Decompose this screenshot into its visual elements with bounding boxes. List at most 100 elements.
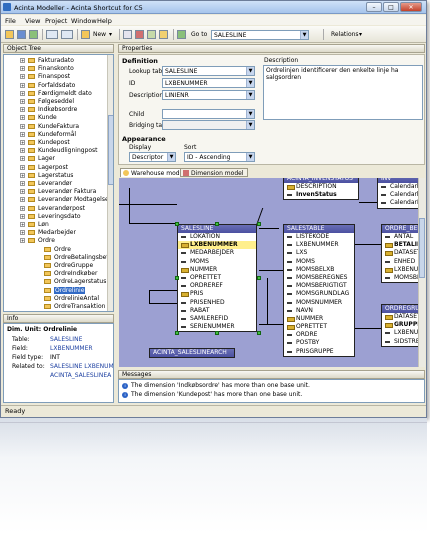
table-field[interactable]: InvenStatus [284, 191, 358, 199]
tree-item[interactable]: + Leverandør Faktura [20, 188, 96, 195]
table-header[interactable]: SALESTABLE [284, 225, 354, 233]
desc-combo[interactable]: LINIENR ▼ [162, 90, 255, 100]
tree-item[interactable]: + Finanskonto [20, 65, 74, 72]
tab-dimension-model[interactable]: Dimension model [180, 168, 249, 177]
model-table[interactable]: ACINTA_SALESLINEARCH [149, 348, 235, 358]
chevron-down-icon[interactable]: ▼ [246, 79, 254, 87]
expand-icon[interactable]: + [20, 156, 25, 162]
tree-sub-item[interactable]: OrdreGruppe [44, 262, 93, 269]
table-field[interactable]: RABAT [178, 307, 256, 315]
maximize-button[interactable]: □ [383, 2, 399, 12]
close-button[interactable]: ✕ [400, 2, 422, 12]
table-header[interactable]: SALESLINE [178, 225, 256, 233]
model-table[interactable]: ACINTA_INVENSTATUS DESCRIPTION InvenStatus [283, 178, 359, 201]
tree-sub-item[interactable]: OrdrelinieAntal [44, 295, 99, 302]
table-field[interactable]: MOMSBERIGTIGT [284, 282, 354, 290]
display-combo[interactable]: Descriptor ▼ [129, 152, 176, 162]
expand-icon[interactable]: + [20, 140, 25, 145]
sort-combo[interactable]: ID - Ascending ▼ [184, 152, 255, 162]
tree-item[interactable]: + Kundeudligningpost [20, 147, 98, 154]
tree-sub-item[interactable]: OrdreLagerstatus [44, 278, 106, 285]
expand-icon[interactable]: + [20, 197, 25, 203]
table-field[interactable]: PRISGRUPPE [284, 348, 354, 356]
tree-sub-item[interactable]: Ordre [44, 246, 71, 253]
expand-icon[interactable]: + [20, 115, 25, 121]
table-field[interactable]: LXBENUMMER [178, 241, 256, 250]
tree-item[interactable]: + Lagerpost [20, 164, 68, 171]
edit-icon[interactable] [123, 30, 132, 39]
expand-icon[interactable]: + [20, 74, 25, 80]
expand-icon[interactable]: + [20, 172, 25, 178]
canvas-scrollbar[interactable] [418, 178, 425, 367]
related-item[interactable]: ACINTA_SALESLINEA [50, 372, 111, 379]
goto-combo[interactable]: SALESLINE ▼ [211, 30, 309, 40]
related-item[interactable]: SALESLINE LXBENUM [50, 363, 113, 370]
table-field[interactable]: POSTBY [284, 339, 354, 347]
chevron-down-icon[interactable]: ▼ [246, 67, 254, 75]
table-field[interactable]: PRIS [178, 290, 256, 298]
bridging-combo[interactable]: ▼ [162, 120, 255, 130]
expand-icon[interactable]: + [20, 164, 25, 170]
tree-scrollbar[interactable] [107, 55, 113, 311]
menu-window[interactable]: Window [71, 17, 97, 25]
child-combo[interactable]: ▼ [162, 109, 255, 119]
tree-item[interactable]: + Medarbejder [20, 229, 76, 236]
table-field[interactable]: PRISENHED [178, 299, 256, 307]
tree-item[interactable]: + Leveringsdato [20, 213, 81, 220]
tree-item[interactable]: + Indkøbsordre [20, 106, 77, 113]
chevron-down-icon[interactable]: ▼ [167, 153, 175, 161]
tree-item[interactable]: + Færdigmeldt dato [20, 90, 92, 97]
chevron-down-icon[interactable]: ▼ [246, 110, 254, 118]
menu-project[interactable]: Project [45, 17, 67, 25]
save-icon[interactable] [17, 30, 26, 39]
table-field[interactable]: LISTEKODE [284, 233, 354, 241]
canvas-scroll-thumb[interactable] [419, 218, 425, 278]
chevron-down-icon[interactable]: ▼ [246, 121, 254, 129]
table-field[interactable]: MOMSGRUNDLAG [284, 290, 354, 298]
table-field[interactable]: MOMSNUMMER [284, 299, 354, 307]
tree-sub-item[interactable]: OrdreTransaktion [44, 303, 105, 310]
table-field[interactable]: NUMMER [284, 315, 354, 323]
check-icon[interactable] [147, 30, 156, 39]
chevron-down-icon[interactable]: ▼ [246, 91, 254, 99]
minimize-button[interactable]: – [366, 2, 382, 12]
message-item[interactable]: The dimension 'Kundepost' has more than … [131, 391, 302, 398]
chart-icon[interactable] [159, 30, 168, 39]
tree-item[interactable]: + KundeFaktura [20, 123, 79, 130]
model-canvas[interactable]: SALESLINE LOKATION LXBENUMMER MEDARBEJDER MO… [119, 178, 425, 367]
tree-item[interactable]: + Leverandør Modtagelse [20, 196, 109, 203]
expand-icon[interactable]: + [20, 123, 25, 129]
menu-view[interactable]: View [25, 17, 40, 25]
new-dropdown-icon[interactable]: ▾ [109, 31, 112, 38]
expand-icon[interactable]: + [20, 222, 25, 227]
tree-item[interactable]: + Leverandør [20, 180, 72, 187]
expand-icon[interactable]: + [20, 189, 25, 195]
expand-icon[interactable]: + [20, 107, 25, 113]
table-field[interactable]: DESCRIPTION [284, 183, 358, 191]
chevron-down-icon[interactable]: ▼ [300, 31, 308, 39]
expand-icon[interactable]: + [20, 131, 25, 137]
menu-file[interactable]: File [5, 17, 16, 25]
panel-icon[interactable] [61, 30, 73, 39]
lookup-combo[interactable]: SALESLINE ▼ [162, 66, 255, 76]
menu-help[interactable]: Help [97, 17, 112, 25]
table-field[interactable]: SAMLEREFID [178, 315, 256, 323]
new-button[interactable]: New [93, 31, 106, 38]
table-field[interactable]: NAVN [284, 307, 354, 315]
tree-item[interactable]: + Finanspost [20, 73, 70, 80]
goto-icon[interactable] [177, 30, 186, 39]
tree-item[interactable]: + Forfaldsdato [20, 82, 75, 89]
tree-item[interactable]: + Lager [20, 155, 55, 162]
table-field[interactable]: LOKATION [178, 233, 256, 241]
expand-icon[interactable]: + [20, 148, 25, 154]
relations-button[interactable]: Relations [331, 31, 359, 38]
model-table[interactable]: SALESLINE LOKATION LXBENUMMER MEDARBEJDER MO… [177, 224, 257, 333]
table-header[interactable]: ACINTA_SALESLINEARCH [150, 349, 234, 357]
expand-icon[interactable]: + [20, 230, 25, 236]
table-field[interactable]: MOMSBELXB [284, 266, 354, 274]
table-field[interactable]: MOMS [284, 258, 354, 266]
description-box[interactable]: Ordrelinjen identificerer den enkelte li… [263, 65, 423, 120]
tree-scroll-thumb[interactable] [108, 115, 113, 185]
open-icon[interactable] [5, 30, 14, 39]
table-field[interactable]: MEDARBEJDER [178, 249, 256, 257]
